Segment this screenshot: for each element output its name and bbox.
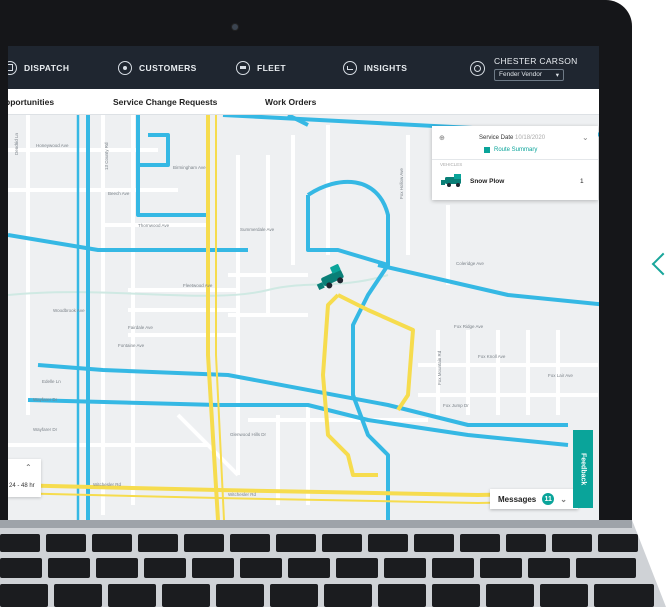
- sub-nav: pportunities Service Change Requests Wor…: [8, 89, 599, 115]
- service-date: Service Date 10/18/2020: [479, 135, 545, 141]
- street-label: Fox Ridge Ave: [454, 324, 484, 329]
- street-label: Honeywood Ave: [36, 143, 69, 148]
- nav-item-dispatch[interactable]: DISPATCH: [8, 46, 69, 89]
- street-label: Fairdale Ave: [128, 325, 153, 330]
- route-summary-link[interactable]: Route Summary: [484, 147, 537, 153]
- street-label: Fox Hollow Ave: [399, 168, 404, 199]
- nav-item-fleet[interactable]: FLEET: [236, 46, 286, 89]
- street-label: Thornwood Ave: [138, 223, 170, 228]
- route-panel: ⊕ Service Date 10/18/2020 ⌄ Route Summar…: [432, 126, 598, 200]
- service-date-label: Service Date: [479, 135, 514, 141]
- vendor-value: Fender Vendor: [499, 70, 543, 78]
- messages-button[interactable]: Messages 11 ⌄: [490, 489, 578, 509]
- time-range-control[interactable]: ⌃ 24 - 48 hr: [8, 459, 41, 497]
- summary-icon: [484, 147, 490, 153]
- street-label: Fox Mountain Rd: [437, 350, 442, 385]
- street-label: Fox Lair Ave: [548, 373, 573, 378]
- time-range-label: 24 - 48 hr: [9, 483, 35, 489]
- street-label: Dendrid Ln: [14, 132, 19, 155]
- camera-icon: [232, 24, 238, 30]
- street-label: Fleetwood Ave: [183, 283, 213, 288]
- snow-plow-icon: [441, 174, 463, 187]
- messages-label: Messages: [498, 494, 537, 504]
- nav-item-label: FLEET: [257, 62, 286, 73]
- street-label: Fox Knoll Ave: [478, 354, 506, 359]
- street-label: Coleridge Ave: [456, 261, 484, 266]
- street-label: Wayfarer Dr: [33, 397, 58, 402]
- street-label: Glenwood Hills Dr: [230, 432, 267, 437]
- nav-item-insights[interactable]: INSIGHTS: [343, 46, 407, 89]
- laptop-keyboard: [0, 520, 666, 607]
- chevron-up-icon[interactable]: ⌃: [25, 463, 32, 472]
- chevron-left-icon[interactable]: [651, 252, 666, 276]
- chevron-down-icon: ⌄: [560, 494, 567, 504]
- street-label: Woodbrook Ave: [53, 308, 85, 313]
- street-label: 13 County Rd: [104, 142, 109, 170]
- feedback-tab[interactable]: Feedback: [573, 430, 593, 508]
- user-menu[interactable]: CHESTER CARSON Fender Vendor ▾: [470, 53, 578, 83]
- dispatch-icon: [8, 60, 17, 75]
- feedback-label: Feedback: [579, 452, 587, 486]
- nav-item-label: DISPATCH: [24, 62, 70, 73]
- tab-service-change-requests[interactable]: Service Change Requests: [113, 97, 217, 107]
- tab-opportunities[interactable]: pportunities: [8, 97, 54, 107]
- street-label: Edelle Ln: [42, 379, 61, 384]
- laptop-bezel: DISPATCH CUSTOMERS FLEET INSIGHTS CHESTE…: [0, 0, 632, 560]
- vehicle-name[interactable]: Snow Plow: [470, 178, 504, 185]
- vendor-select[interactable]: Fender Vendor ▾: [494, 68, 564, 81]
- nav-item-label: CUSTOMERS: [139, 62, 197, 73]
- tab-work-orders[interactable]: Work Orders: [265, 97, 316, 107]
- nav-item-label: INSIGHTS: [364, 62, 408, 73]
- street-label: Summerdale Ave: [240, 227, 275, 232]
- street-label: Fox Jump Dr: [443, 403, 469, 408]
- messages-count-badge: 11: [542, 493, 555, 505]
- service-date-value: 10/18/2020: [515, 135, 546, 141]
- user-icon: [118, 60, 132, 75]
- street-label: Birmingham Ave: [173, 165, 206, 170]
- user-name: CHESTER CARSON: [494, 55, 578, 66]
- route-summary-label: Route Summary: [494, 147, 538, 153]
- avatar-icon: [470, 60, 485, 76]
- app-screen: DISPATCH CUSTOMERS FLEET INSIGHTS CHESTE…: [8, 46, 599, 520]
- street-label: Beech Ave: [108, 191, 130, 196]
- top-nav: DISPATCH CUSTOMERS FLEET INSIGHTS CHESTE…: [8, 46, 599, 89]
- chevron-down-icon: ▾: [555, 71, 559, 79]
- street-label: Fontaine Ave: [118, 343, 145, 348]
- street-label: Witchesler Rd: [93, 482, 122, 487]
- section-label: VEHICLES: [440, 162, 463, 167]
- nav-item-customers[interactable]: CUSTOMERS: [118, 46, 197, 89]
- vehicle-count: 1: [580, 178, 584, 185]
- chevron-down-icon[interactable]: ⌄: [582, 133, 589, 142]
- truck-icon: [236, 60, 250, 75]
- street-label: Witchesler Rd: [228, 492, 257, 497]
- info-icon: ⊕: [439, 135, 445, 142]
- chart-icon: [343, 60, 357, 75]
- street-label: Wayfarer Dr: [33, 427, 58, 432]
